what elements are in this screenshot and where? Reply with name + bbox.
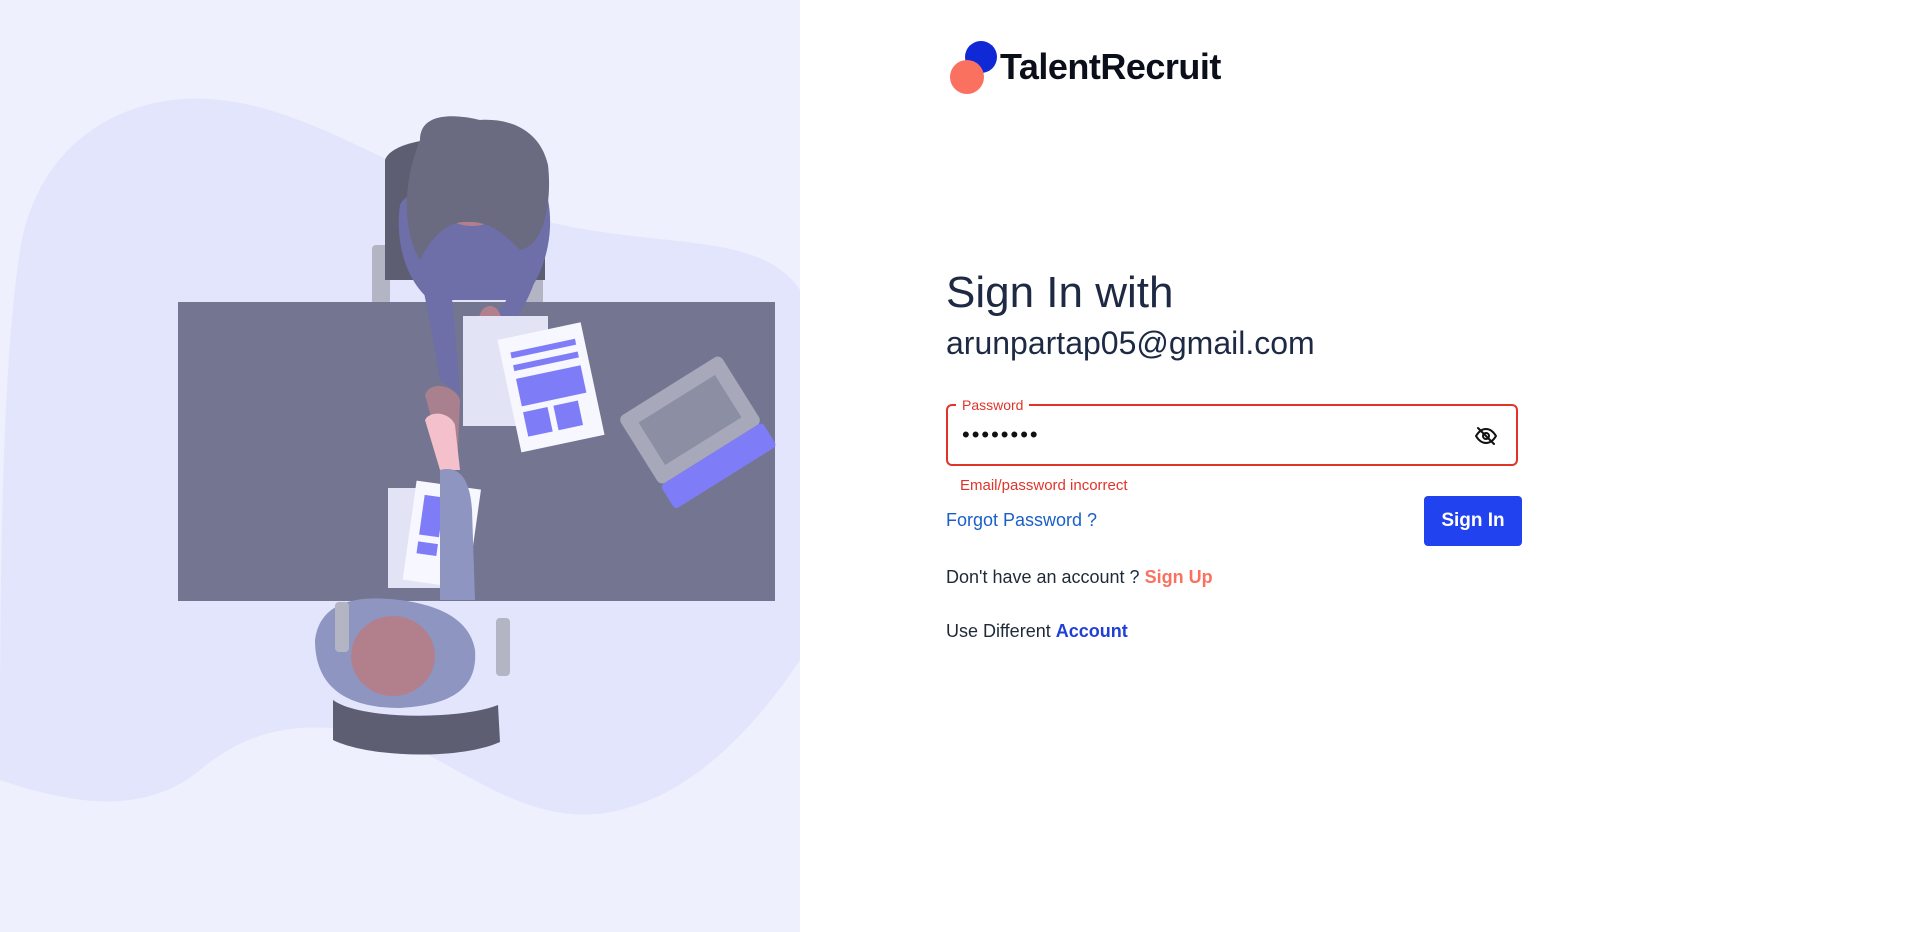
handshake-illustration bbox=[0, 98, 800, 815]
illustration-panel bbox=[0, 0, 800, 932]
different-account-row: Use Different Account bbox=[946, 621, 1128, 642]
page-title: Sign In with bbox=[946, 268, 1174, 317]
use-different-text: Use Different bbox=[946, 621, 1051, 641]
no-account-text: Don't have an account ? bbox=[946, 567, 1140, 587]
brand-name: TalentRecruit bbox=[1000, 46, 1221, 87]
signin-email: arunpartap05@gmail.com bbox=[946, 325, 1315, 361]
forgot-password-link[interactable]: Forgot Password ? bbox=[946, 510, 1097, 531]
sign-in-button[interactable]: Sign In bbox=[1424, 496, 1522, 546]
password-label: Password bbox=[956, 397, 1030, 413]
use-different-account-link[interactable]: Account bbox=[1056, 621, 1128, 641]
signin-panel bbox=[800, 0, 1920, 932]
logo-orange-dot bbox=[950, 60, 984, 94]
password-error: Email/password incorrect bbox=[960, 477, 1128, 494]
signup-row: Don't have an account ? Sign Up bbox=[946, 567, 1213, 588]
password-field[interactable]: Password •••••••• bbox=[946, 397, 1518, 466]
eye-off-icon[interactable] bbox=[1474, 424, 1498, 448]
talentrecruit-logo: TalentRecruit bbox=[950, 40, 1230, 96]
sign-up-link[interactable]: Sign Up bbox=[1145, 567, 1213, 587]
logo-mark-icon bbox=[950, 40, 1002, 96]
password-input[interactable]: •••••••• bbox=[962, 420, 1040, 450]
